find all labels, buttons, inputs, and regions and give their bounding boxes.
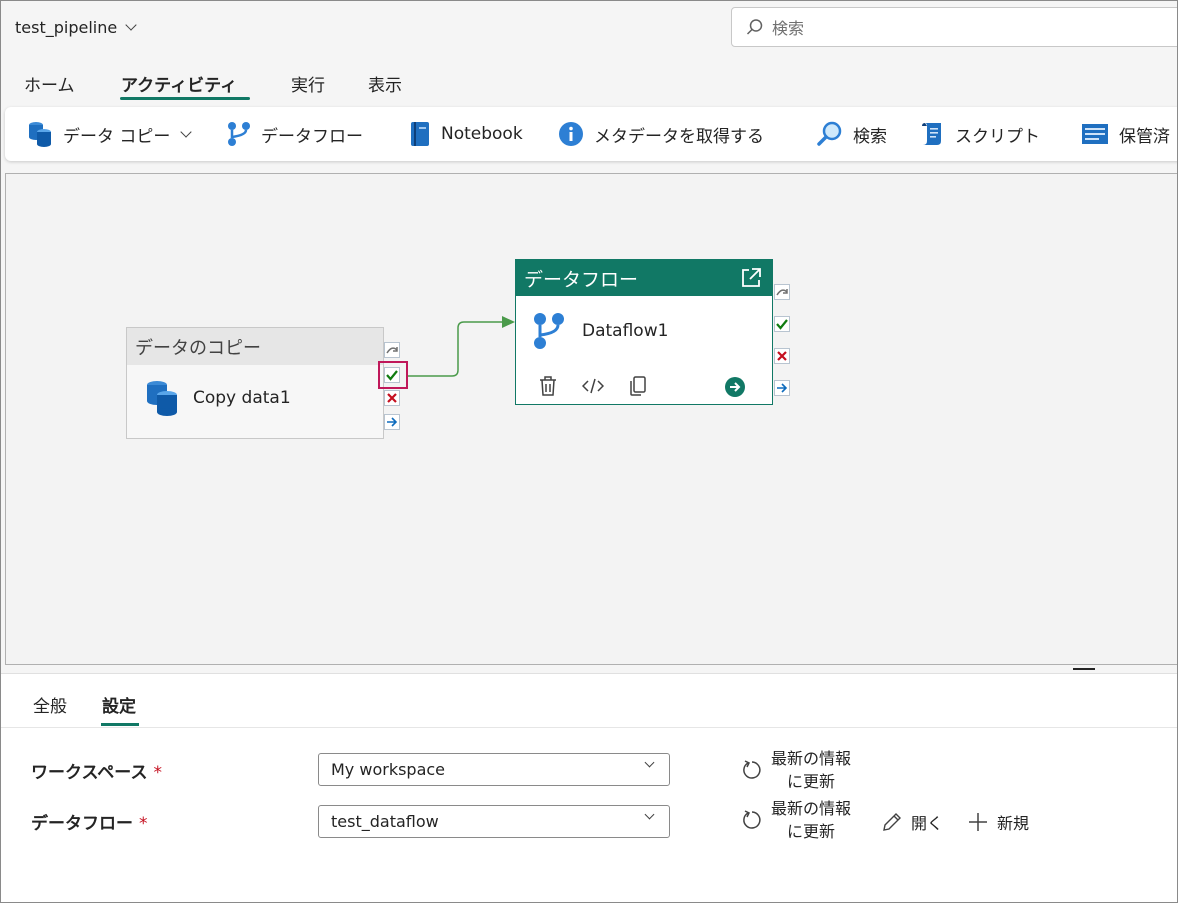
new-label: 新規 (997, 814, 1030, 833)
script-icon (922, 123, 941, 145)
script-label: スクリプト (955, 126, 1040, 147)
arrow-right-icon (777, 383, 788, 393)
dataflow-icon (228, 122, 250, 146)
ribbon-tabs: ホーム アクティビティ 実行 表示 (1, 59, 1177, 103)
tab-home[interactable]: ホーム (24, 71, 75, 96)
notebook-icon (411, 122, 429, 146)
checkmark-icon (776, 319, 788, 330)
required-marker: * (139, 814, 148, 834)
chevron-down-icon (644, 809, 655, 820)
lookup-icon (817, 121, 842, 146)
divider (1, 727, 1177, 728)
completion-port[interactable] (384, 414, 400, 430)
panel-resize-handle[interactable] (1073, 668, 1095, 670)
tab-activities[interactable]: アクティビティ (121, 71, 237, 96)
skip-port[interactable] (384, 342, 400, 358)
pipeline-canvas[interactable]: データのコピー Copy data1 データフロー Dataflow1 (5, 173, 1177, 665)
active-tab-indicator (101, 723, 139, 726)
skip-icon (776, 289, 788, 296)
dataflow-value: test_dataflow (331, 812, 439, 831)
workspace-select[interactable]: My workspace (318, 753, 670, 786)
chevron-down-icon (644, 757, 655, 768)
code-icon[interactable] (582, 377, 604, 395)
database-icon (29, 122, 51, 147)
active-tab-indicator (120, 97, 250, 100)
copy-data-button[interactable]: データ コピー (27, 107, 193, 161)
activity-type-label: データのコピー (127, 328, 383, 365)
close-icon (777, 351, 787, 361)
navigate-icon[interactable] (724, 376, 746, 398)
search-icon (746, 19, 763, 35)
close-icon (387, 393, 397, 403)
tab-general[interactable]: 全般 (33, 692, 67, 717)
workspace-value: My workspace (331, 760, 446, 779)
dataflow-icon (534, 313, 564, 349)
tab-run[interactable]: 実行 (291, 71, 325, 96)
pipeline-name-dropdown[interactable]: test_pipeline (15, 18, 137, 37)
stored-procedure-icon (1082, 124, 1108, 144)
chevron-down-icon (180, 125, 193, 138)
required-marker: * (153, 763, 162, 783)
lookup-button[interactable]: 検索 (817, 107, 887, 161)
notebook-button[interactable]: Notebook (409, 107, 523, 161)
search-box[interactable]: 検索 (731, 7, 1177, 47)
open-label: 開く (911, 814, 944, 833)
database-icon (147, 381, 177, 416)
refresh-label: 最新の情報 に更新 (771, 749, 852, 791)
activity-name: Dataflow1 (582, 321, 669, 341)
dataflow-button[interactable]: データフロー (227, 107, 363, 161)
get-metadata-button[interactable]: メタデータを取得する (558, 107, 764, 161)
tab-settings[interactable]: 設定 (102, 692, 136, 717)
tab-view[interactable]: 表示 (368, 71, 402, 96)
refresh-workspace-button[interactable]: 最新の情報 に更新 (741, 747, 851, 793)
app-window: test_pipeline 検索 ホーム アクティビティ 実行 表示 データ コ… (0, 0, 1178, 903)
dataflow-label: データフロー (261, 126, 363, 147)
dataflow-select[interactable]: test_dataflow (318, 805, 670, 838)
pipeline-name: test_pipeline (15, 18, 118, 37)
title-bar: test_pipeline 検索 (1, 1, 1177, 59)
copy-data-activity[interactable]: データのコピー Copy data1 (126, 327, 384, 439)
new-button[interactable]: 新規 (967, 810, 1029, 834)
search-placeholder: 検索 (772, 19, 805, 38)
get-metadata-label: メタデータを取得する (594, 126, 764, 147)
arrow-right-icon (387, 417, 398, 427)
notebook-label: Notebook (441, 124, 523, 144)
activity-name: Copy data1 (193, 388, 291, 408)
skip-icon (386, 347, 398, 354)
completion-port[interactable] (774, 380, 790, 396)
delete-icon[interactable] (538, 375, 558, 397)
refresh-dataflow-button[interactable]: 最新の情報 に更新 (741, 797, 851, 843)
dataflow-label: データフロー * (31, 814, 148, 834)
plus-icon (969, 813, 987, 831)
skip-port[interactable] (774, 284, 790, 300)
chevron-down-icon (125, 19, 137, 31)
refresh-label: 最新の情報 に更新 (771, 799, 852, 841)
workspace-label: ワークスペース * (31, 763, 162, 783)
open-button[interactable]: 開く (881, 810, 943, 834)
success-port-highlight (378, 361, 408, 389)
open-external-icon[interactable] (740, 267, 762, 289)
refresh-icon (743, 810, 761, 829)
activity-type-label: データフロー (524, 268, 639, 291)
failure-port[interactable] (384, 390, 400, 406)
dataflow-activity[interactable]: データフロー Dataflow1 (515, 259, 773, 405)
lookup-label: 検索 (853, 126, 887, 147)
script-button[interactable]: スクリプト (919, 107, 1040, 161)
copy-data-label: データ コピー (63, 126, 171, 147)
activities-toolbar: データ コピー データフロー Notebook メタデータを取得する 検索 スク… (5, 107, 1177, 161)
properties-panel: 全般 設定 ワークスペース * My workspace 最新の情報 に更新 デー… (1, 673, 1177, 902)
copy-icon[interactable] (628, 375, 648, 397)
stored-procedure-button[interactable]: 保管済 (1081, 107, 1170, 161)
success-port[interactable] (774, 316, 790, 332)
info-icon (559, 122, 583, 146)
failure-port[interactable] (774, 348, 790, 364)
refresh-icon (743, 760, 761, 779)
pencil-icon (883, 813, 901, 831)
stored-procedure-label: 保管済 (1119, 126, 1170, 147)
